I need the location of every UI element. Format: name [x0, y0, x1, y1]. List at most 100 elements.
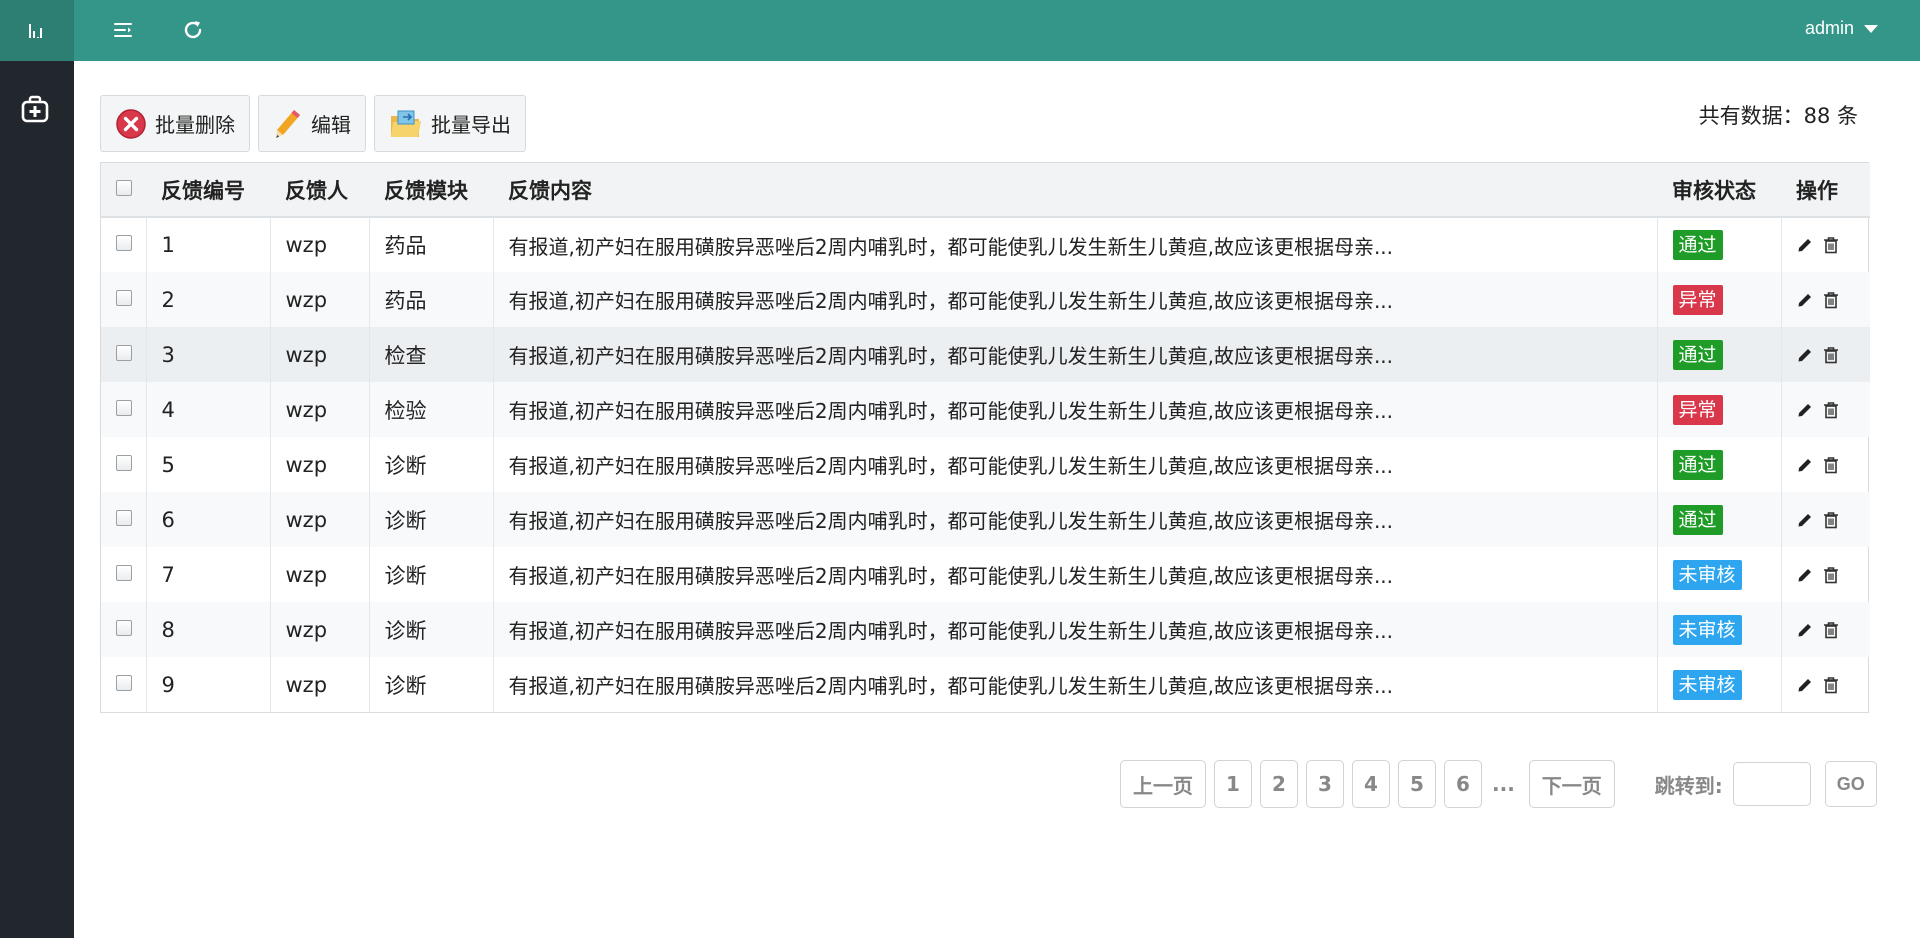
row-actions: [1797, 511, 1871, 529]
row-select-cell: [101, 327, 147, 382]
cell-actions: [1781, 602, 1870, 657]
row-checkbox[interactable]: [116, 619, 132, 636]
row-checkbox[interactable]: [116, 564, 132, 581]
cell-user: wzp: [270, 492, 370, 547]
trash-icon[interactable]: [1823, 456, 1839, 474]
row-checkbox[interactable]: [116, 454, 132, 471]
row-checkbox[interactable]: [116, 235, 132, 251]
cell-content: 有报道,初产妇在服用磺胺异恶唑后2周内哺乳时，都可能使乳儿发生新生儿黄疸,故应该…: [493, 437, 1658, 492]
row-checkbox[interactable]: [116, 674, 132, 691]
cell-id: 6: [146, 492, 271, 547]
cell-content: 有报道,初产妇在服用磺胺异恶唑后2周内哺乳时，都可能使乳儿发生新生儿黄疸,故应该…: [493, 272, 1658, 327]
cell-module: 检验: [369, 382, 494, 437]
edit-icon[interactable]: [1797, 347, 1813, 363]
page-3-button[interactable]: 3: [1306, 760, 1344, 808]
trash-icon[interactable]: [1823, 621, 1839, 639]
trash-icon[interactable]: [1823, 566, 1839, 584]
cell-id: 8: [146, 602, 271, 657]
page-2-button[interactable]: 2: [1260, 760, 1298, 808]
page-6-button[interactable]: 6: [1444, 760, 1482, 808]
cell-actions: [1781, 437, 1870, 492]
cell-id: 9: [146, 657, 271, 712]
col-header-id: 反馈编号: [146, 163, 270, 218]
cell-module: 药品: [369, 272, 494, 327]
table-row: 1 wzp 药品 有报道,初产妇在服用磺胺异恶唑后2周内哺乳时，都可能使乳儿发生新生儿…: [101, 217, 1870, 272]
pencil-icon: [276, 109, 300, 138]
status-badge: 通过: [1672, 230, 1723, 260]
edit-icon[interactable]: [1797, 567, 1813, 583]
jump-page-input[interactable]: [1732, 762, 1811, 806]
cell-user: wzp: [270, 217, 370, 272]
table-row: 6 wzp 诊断 有报道,初产妇在服用磺胺异恶唑后2周内哺乳时，都可能使乳儿发生新生儿…: [101, 492, 1870, 547]
select-all-cell: [101, 163, 146, 218]
table-row: 8 wzp 诊断 有报道,初产妇在服用磺胺异恶唑后2周内哺乳时，都可能使乳儿发生新生儿…: [101, 602, 1870, 657]
cell-id: 2: [146, 272, 271, 327]
cell-user: wzp: [270, 657, 370, 712]
table-row: 4 wzp 检验 有报道,初产妇在服用磺胺异恶唑后2周内哺乳时，都可能使乳儿发生新生儿…: [101, 382, 1870, 437]
edit-icon[interactable]: [1797, 402, 1813, 418]
page-5-button[interactable]: 5: [1398, 760, 1436, 808]
trash-icon[interactable]: [1823, 676, 1839, 694]
toolbar: 批量删除 编辑 批量导出: [100, 95, 526, 152]
select-all-checkbox[interactable]: [116, 179, 132, 196]
edit-icon[interactable]: [1797, 457, 1813, 473]
row-actions: [1797, 621, 1871, 639]
pagination: 上一页 1 2 3 4 5 6 ... 下一页 跳转到: GO: [1120, 760, 1877, 808]
cell-status: 通过: [1657, 437, 1782, 492]
edit-icon[interactable]: [1797, 237, 1813, 253]
cell-id: 1: [146, 217, 271, 272]
next-page-button[interactable]: 下一页: [1528, 760, 1615, 808]
cell-actions: [1781, 327, 1870, 382]
row-actions: [1797, 291, 1871, 309]
batch-delete-button[interactable]: 批量删除: [100, 95, 250, 152]
trash-icon[interactable]: [1823, 346, 1839, 364]
row-select-cell: [101, 437, 147, 492]
logo-icon: [29, 23, 42, 38]
cell-id: 5: [146, 437, 271, 492]
medical-kit-icon[interactable]: [20, 94, 50, 124]
row-checkbox[interactable]: [116, 289, 132, 306]
logo[interactable]: [0, 0, 74, 61]
cell-user: wzp: [270, 327, 370, 382]
col-header-actions: 操作: [1781, 163, 1870, 218]
row-checkbox[interactable]: [116, 344, 132, 361]
trash-icon[interactable]: [1823, 291, 1839, 309]
edit-icon[interactable]: [1797, 677, 1813, 693]
cell-user: wzp: [270, 437, 370, 492]
table-row: 3 wzp 检查 有报道,初产妇在服用磺胺异恶唑后2周内哺乳时，都可能使乳儿发生新生儿…: [101, 327, 1870, 382]
menu-toggle-icon[interactable]: [110, 17, 136, 43]
col-header-user: 反馈人: [270, 163, 369, 218]
edit-icon[interactable]: [1797, 622, 1813, 638]
prev-page-button[interactable]: 上一页: [1120, 760, 1206, 808]
table-row: 2 wzp 药品 有报道,初产妇在服用磺胺异恶唑后2周内哺乳时，都可能使乳儿发生新生儿…: [101, 272, 1870, 327]
refresh-icon[interactable]: [180, 17, 206, 43]
edit-icon[interactable]: [1797, 512, 1813, 528]
cell-module: 检查: [369, 327, 494, 382]
col-header-content: 反馈内容: [493, 163, 1657, 218]
user-menu[interactable]: admin: [1805, 18, 1878, 39]
go-button[interactable]: GO: [1824, 761, 1877, 807]
cell-status: 通过: [1657, 492, 1782, 547]
edit-icon[interactable]: [1797, 292, 1813, 308]
trash-icon[interactable]: [1823, 511, 1839, 529]
batch-export-button[interactable]: 批量导出: [374, 95, 526, 152]
edit-button[interactable]: 编辑: [258, 95, 366, 152]
page-4-button[interactable]: 4: [1352, 760, 1390, 808]
cell-actions: [1781, 657, 1870, 712]
cell-content: 有报道,初产妇在服用磺胺异恶唑后2周内哺乳时，都可能使乳儿发生新生儿黄疸,故应该…: [493, 602, 1658, 657]
status-badge: 通过: [1672, 339, 1723, 370]
row-checkbox[interactable]: [116, 509, 132, 526]
row-actions: [1797, 401, 1871, 419]
row-select-cell: [101, 547, 147, 602]
batch-export-label: 批量导出: [431, 113, 511, 137]
cell-status: 异常: [1657, 382, 1782, 437]
batch-delete-label: 批量删除: [155, 113, 235, 137]
trash-icon[interactable]: [1823, 236, 1839, 254]
page-1-button[interactable]: 1: [1214, 760, 1252, 808]
cell-module: 诊断: [369, 437, 494, 492]
cell-actions: [1781, 217, 1870, 272]
delete-icon: [116, 108, 146, 139]
trash-icon[interactable]: [1823, 401, 1839, 419]
row-checkbox[interactable]: [116, 399, 132, 416]
table-row: 9 wzp 诊断 有报道,初产妇在服用磺胺异恶唑后2周内哺乳时，都可能使乳儿发生新生儿…: [101, 657, 1870, 712]
